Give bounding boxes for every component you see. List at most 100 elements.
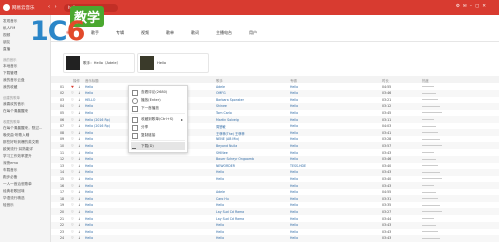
song-album[interactable]: Hello	[290, 217, 298, 221]
song-album[interactable]: Hello	[290, 144, 298, 148]
download-icon[interactable]: ↓	[78, 104, 81, 108]
mail-icon[interactable]: ✉	[463, 4, 470, 9]
song-title[interactable]: Hello	[85, 91, 93, 95]
download-icon[interactable]: ↓	[78, 157, 81, 161]
sidebar-item[interactable]: 深夜emo	[3, 161, 18, 166]
song-artist[interactable]: NEWORDER	[216, 164, 235, 168]
window-controls[interactable]: ⚙✉–▢✕	[456, 4, 489, 9]
song-title[interactable]: Hello	[85, 144, 93, 148]
like-icon[interactable]: ♡	[71, 210, 74, 214]
song-title[interactable]: Hello	[85, 236, 93, 240]
song-artist[interactable]: Hello	[216, 223, 224, 227]
song-album[interactable]: Hello	[290, 98, 298, 102]
song-artist[interactable]: NENE (AB Mix)	[216, 137, 239, 141]
song-album[interactable]: Hello	[290, 137, 298, 141]
song-title[interactable]: Hello	[85, 203, 93, 207]
like-icon[interactable]: ♡	[71, 236, 74, 240]
song-title[interactable]: Hello	[85, 137, 93, 141]
song-artist[interactable]: Hello	[216, 236, 224, 240]
like-icon[interactable]: ♡	[71, 104, 74, 108]
song-album[interactable]: Hello	[290, 203, 298, 207]
song-title[interactable]: Hello	[85, 157, 93, 161]
song-album[interactable]: Hello	[290, 104, 298, 108]
song-album[interactable]: TESS-HDE	[290, 164, 306, 168]
sidebar-item[interactable]: 朋友	[3, 40, 10, 45]
song-title[interactable]: Hello	[85, 85, 93, 89]
settings-icon[interactable]: ⚙	[456, 4, 463, 9]
song-album[interactable]: Hello	[290, 223, 298, 227]
song-title[interactable]: Hello	[85, 217, 93, 221]
like-icon[interactable]: ♡	[71, 131, 74, 135]
song-album[interactable]: Hello	[290, 230, 298, 234]
like-icon[interactable]: ♡	[71, 223, 74, 227]
song-title[interactable]: Hello	[85, 223, 93, 227]
col-album[interactable]: 专辑	[290, 78, 297, 83]
download-icon[interactable]: ↓	[78, 203, 81, 207]
menu-item-play-next[interactable]: 下一首播放	[131, 104, 185, 112]
sidebar-item[interactable]: 学习工作效率提升	[3, 154, 32, 159]
like-icon[interactable]: ♡	[71, 91, 74, 95]
song-album[interactable]: Hello	[290, 124, 298, 128]
song-album[interactable]: Hello	[290, 85, 298, 89]
song-title[interactable]: Hello	[85, 170, 93, 174]
like-icon[interactable]: ♡	[71, 151, 74, 155]
like-icon[interactable]: ♡	[71, 217, 74, 221]
song-artist[interactable]: Hello	[216, 203, 224, 207]
download-icon[interactable]: ↓	[78, 151, 81, 155]
sidebar-item[interactable]: 视频	[3, 33, 10, 38]
like-icon[interactable]: ♡	[71, 157, 74, 161]
song-title[interactable]: Hello	[85, 210, 93, 214]
song-artist[interactable]: Bauer Scheyr Ongoomb	[216, 157, 254, 161]
table-row[interactable]: 24 Hello Hello Hello 03:43 ♡ ↓	[51, 234, 499, 242]
sidebar-item[interactable]: 欧美流行·耳熟能详	[3, 147, 33, 152]
download-icon[interactable]: ↓	[78, 131, 81, 135]
download-icon[interactable]: ↓	[78, 85, 81, 89]
album-card[interactable]: Hello	[137, 53, 209, 73]
tab-videos[interactable]: 视频	[141, 30, 149, 36]
download-icon[interactable]: ↓	[78, 144, 81, 148]
close-icon[interactable]: ✕	[482, 4, 489, 9]
col-artist[interactable]: 歌手	[216, 78, 223, 83]
tab-playlists[interactable]: 歌单	[166, 30, 174, 36]
sidebar-item[interactable]: 跑步必备	[3, 175, 17, 180]
song-artist[interactable]: SHINee	[216, 151, 228, 155]
song-album[interactable]: Hello	[290, 118, 298, 122]
menu-item-play[interactable]: 播放(Enter)	[131, 96, 185, 104]
sidebar-item[interactable]: 在每个清晨醒来，熬过...	[3, 126, 42, 131]
song-album[interactable]: Hello	[290, 236, 298, 240]
like-icon[interactable]: ♡	[71, 184, 74, 188]
like-icon[interactable]: ♡	[71, 111, 74, 115]
song-album[interactable]: Hello	[290, 177, 298, 181]
download-icon[interactable]: ↓	[78, 190, 81, 194]
download-icon[interactable]: ↓	[78, 197, 81, 201]
col-title[interactable]: 音乐标题	[85, 78, 99, 83]
song-artist[interactable]: Adele	[216, 85, 225, 89]
like-icon[interactable]: ♡	[71, 124, 74, 128]
song-album[interactable]: Hello	[290, 184, 298, 188]
download-icon[interactable]: ↓	[78, 217, 81, 221]
song-album[interactable]: Hello	[290, 197, 298, 201]
song-title[interactable]: Hello	[85, 164, 93, 168]
download-icon[interactable]: ↓	[78, 137, 81, 141]
download-icon[interactable]: ↓	[78, 111, 81, 115]
song-title[interactable]: Hello	[85, 131, 93, 135]
like-icon[interactable]: ♡	[71, 137, 74, 141]
song-artist[interactable]: OMFG	[216, 91, 226, 95]
download-icon[interactable]: ↓	[78, 98, 81, 102]
sidebar-item[interactable]: 我喜欢的音乐	[3, 102, 25, 107]
col-popularity[interactable]: 热度	[422, 78, 429, 83]
download-icon[interactable]: ↓	[78, 184, 81, 188]
like-icon[interactable]: ♡	[71, 170, 74, 174]
song-album[interactable]: Hello	[290, 91, 298, 95]
menu-item-comments[interactable]: 查看评论(2680)	[131, 88, 185, 96]
song-artist[interactable]: Martin Solveig	[216, 118, 239, 122]
song-artist[interactable]: Beyond Nulla	[216, 144, 237, 148]
download-icon[interactable]: ↓	[78, 223, 81, 227]
song-album[interactable]: Hello	[290, 157, 298, 161]
song-title[interactable]: Hello	[85, 230, 93, 234]
song-artist[interactable]: Hello	[216, 230, 224, 234]
sidebar-item[interactable]: 轻音乐	[3, 203, 14, 208]
song-artist[interactable]: Adele	[216, 190, 225, 194]
song-artist[interactable]: Tom Carlo	[216, 111, 232, 115]
like-icon[interactable]: ♥	[71, 85, 74, 89]
